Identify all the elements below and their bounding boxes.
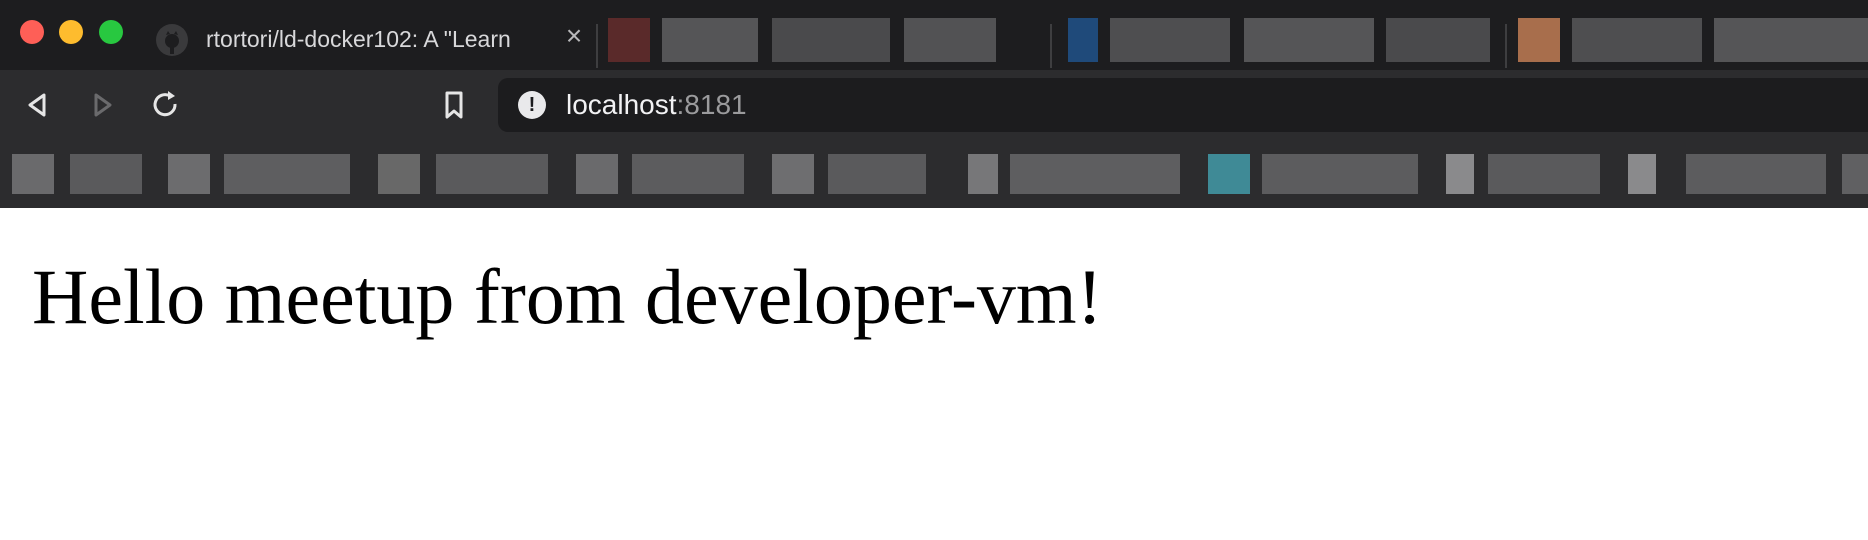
address-port: :8181: [676, 89, 747, 120]
close-window-button[interactable]: [20, 20, 44, 44]
tab-strip: rtortori/ld-docker102: A "Learn ×: [0, 0, 1868, 70]
bookmark-item[interactable]: [968, 154, 998, 194]
bookmark-item[interactable]: [70, 154, 142, 194]
tab-obscured[interactable]: [1514, 18, 1868, 62]
close-icon[interactable]: ×: [560, 22, 588, 50]
zoom-window-button[interactable]: [99, 20, 123, 44]
bookmark-item[interactable]: [224, 154, 350, 194]
bookmark-item[interactable]: [1628, 154, 1656, 194]
bookmark-item[interactable]: [378, 154, 420, 194]
address-url[interactable]: localhost:8181: [566, 89, 747, 121]
reload-icon[interactable]: [148, 87, 184, 123]
not-secure-icon[interactable]: !: [518, 91, 546, 119]
tab-separator: [1050, 24, 1052, 68]
github-icon: [156, 24, 188, 56]
bookmark-icon[interactable]: [436, 87, 472, 123]
bookmark-item[interactable]: [1446, 154, 1474, 194]
bookmark-item[interactable]: [576, 154, 618, 194]
browser-toolbar: ! localhost:8181: [0, 70, 1868, 140]
minimize-window-button[interactable]: [59, 20, 83, 44]
tab-obscured[interactable]: [1060, 18, 1500, 62]
forward-arrow-icon[interactable]: [84, 87, 120, 123]
bookmark-item[interactable]: [436, 154, 548, 194]
page-content: Hello meetup from developer-vm!: [0, 208, 1868, 540]
back-arrow-icon[interactable]: [20, 87, 56, 123]
address-bar[interactable]: ! localhost:8181: [498, 78, 1868, 132]
bookmark-item[interactable]: [1010, 154, 1180, 194]
tab-obscured[interactable]: [604, 18, 1044, 62]
page-heading: Hello meetup from developer-vm!: [32, 253, 1103, 340]
bookmarks-bar: [0, 140, 1868, 208]
bookmark-item[interactable]: [1262, 154, 1418, 194]
tab-separator: [596, 24, 598, 68]
tab-title: rtortori/ld-docker102: A "Learn: [206, 26, 511, 52]
bookmark-item[interactable]: [632, 154, 744, 194]
bookmark-item[interactable]: [772, 154, 814, 194]
tab-separator: [1505, 24, 1507, 68]
bookmark-item[interactable]: [1686, 154, 1826, 194]
address-host: localhost: [566, 89, 677, 120]
bookmark-item[interactable]: [1208, 154, 1250, 194]
bookmark-item[interactable]: [12, 154, 54, 194]
bookmark-item[interactable]: [1842, 154, 1868, 194]
bookmark-item[interactable]: [1488, 154, 1600, 194]
bookmark-item[interactable]: [168, 154, 210, 194]
bookmark-item[interactable]: [828, 154, 926, 194]
